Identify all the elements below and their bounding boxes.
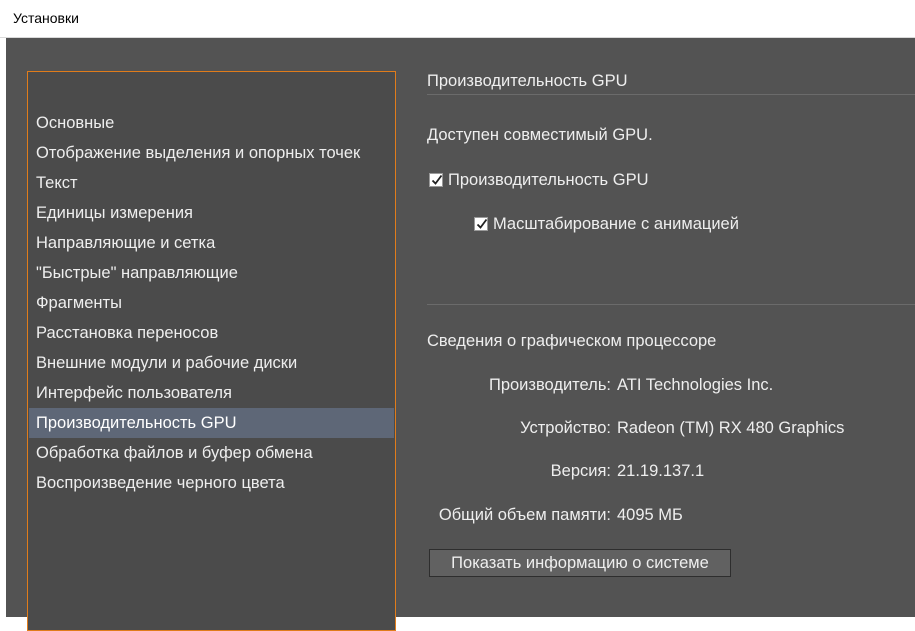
show-system-info-button[interactable]: Показать информацию о системе [429,549,731,577]
gpu-compat-status: Доступен совместимый GPU. [427,126,653,144]
sidebar-item-general[interactable]: Основные [29,108,394,138]
memory-label: Общий объем памяти: [438,506,611,524]
settings-panel: Производительность GPU Доступен совмести… [427,38,915,617]
gpu-info-title: Сведения о графическом процессоре [427,332,717,350]
memory-value: 4095 МБ [617,506,683,524]
sidebar-item-selection-display[interactable]: Отображение выделения и опорных точек [29,138,394,168]
sidebar-item-slices[interactable]: Фрагменты [29,288,394,318]
checkmark-icon [476,218,488,229]
device-value: Radeon (TM) RX 480 Graphics [617,419,845,437]
window-title: Установки [13,10,79,26]
sidebar-item-user-interface[interactable]: Интерфейс пользователя [29,378,394,408]
animated-zoom-label: Масштабирование с анимацией [493,214,739,233]
sidebar-item-units[interactable]: Единицы измерения [29,198,394,228]
sidebar-item-file-handling-clipboard[interactable]: Обработка файлов и буфер обмена [29,438,394,468]
sidebar-item-guides-grid[interactable]: Направляющие и сетка [29,228,394,258]
gpu-performance-label: Производительность GPU [448,170,649,189]
divider [427,304,915,305]
animated-zoom-checkbox-row[interactable]: Масштабирование с анимацией [474,213,739,235]
divider [427,94,915,95]
sidebar-item-type[interactable]: Текст [29,168,394,198]
vendor-value: ATI Technologies Inc. [617,376,774,394]
device-label: Устройство: [520,419,611,437]
animated-zoom-checkbox[interactable] [474,217,488,231]
version-label: Версия: [550,462,611,480]
sidebar-item-gpu-performance[interactable]: Производительность GPU [29,408,394,438]
title-bar: Установки [0,0,915,38]
gpu-performance-checkbox[interactable] [429,173,443,187]
gpu-performance-checkbox-row[interactable]: Производительность GPU [429,169,649,191]
sidebar-item-plugins-scratch-disks[interactable]: Внешние модули и рабочие диски [29,348,394,378]
checkmark-icon [431,174,443,185]
sidebar-item-smart-guides[interactable]: "Быстрые" направляющие [29,258,394,288]
preferences-window: Основные Отображение выделения и опорных… [6,38,915,631]
panel-title: Производительность GPU [427,72,628,90]
sidebar-item-black-appearance[interactable]: Воспроизведение черного цвета [29,468,394,498]
sidebar-item-hyphenation[interactable]: Расстановка переносов [29,318,394,348]
vendor-label: Производитель: [488,376,611,394]
category-list[interactable]: Основные Отображение выделения и опорных… [27,71,396,631]
version-value: 21.19.137.1 [617,462,705,480]
